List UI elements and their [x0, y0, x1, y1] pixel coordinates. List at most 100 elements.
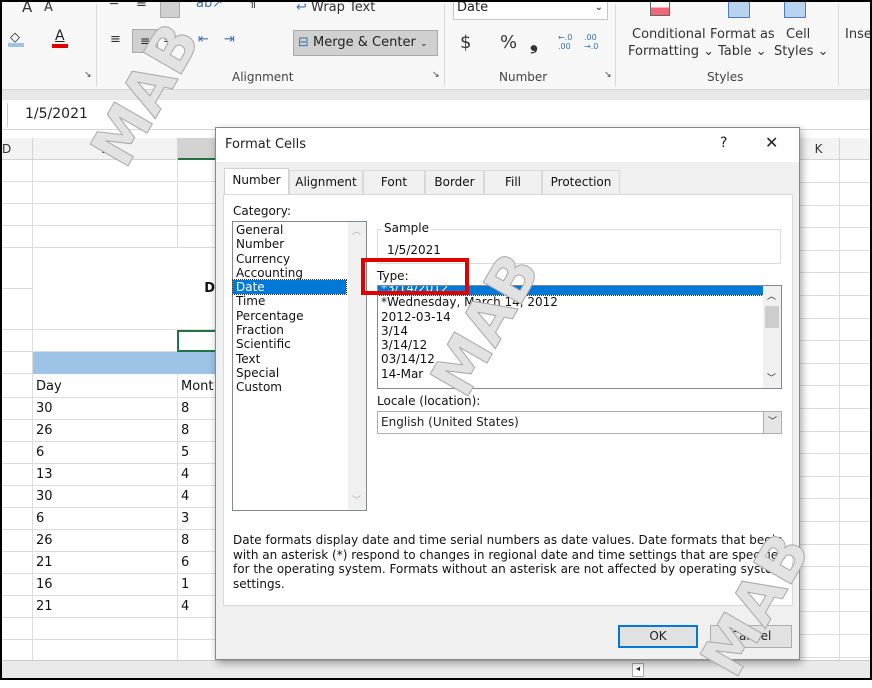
header-day[interactable]: Day: [33, 374, 178, 398]
category-item-time[interactable]: Time: [233, 294, 346, 308]
cancel-button[interactable]: Cancel: [710, 625, 792, 648]
cell[interactable]: [840, 295, 872, 319]
comma-style-button[interactable]: ❟: [530, 30, 538, 54]
cell[interactable]: [840, 205, 872, 229]
wrap-text-button[interactable]: ↩ Wrap Text: [296, 0, 375, 15]
day-cell[interactable]: 26: [33, 530, 178, 552]
category-item-accounting[interactable]: Accounting: [233, 266, 346, 280]
cell[interactable]: [0, 508, 33, 530]
category-item-number[interactable]: Number: [233, 237, 346, 251]
help-button[interactable]: ?: [720, 135, 727, 151]
cell[interactable]: [33, 226, 178, 248]
cell[interactable]: [0, 204, 33, 226]
cell[interactable]: [798, 363, 840, 387]
cell[interactable]: [840, 566, 872, 590]
alignment-dialog-launcher[interactable]: ↘: [432, 70, 440, 80]
cell[interactable]: [178, 160, 218, 182]
column-header-d[interactable]: D: [0, 138, 33, 160]
month-cell[interactable]: 5: [178, 442, 218, 464]
cell[interactable]: [798, 160, 840, 183]
type-item[interactable]: 03/14/12: [378, 352, 763, 366]
cell[interactable]: [33, 640, 178, 662]
orientation-icon[interactable]: ab↗: [196, 0, 223, 11]
cell[interactable]: [178, 640, 218, 662]
cell[interactable]: [0, 398, 33, 420]
type-item[interactable]: *Wednesday, March 14, 2012: [378, 295, 763, 309]
cell[interactable]: [178, 618, 218, 640]
tab-protection[interactable]: Protection: [542, 170, 620, 194]
ok-button[interactable]: OK: [618, 625, 698, 648]
decrease-decimal-button[interactable]: .00 →.0: [584, 33, 602, 51]
cell[interactable]: [0, 352, 33, 374]
cell[interactable]: [0, 330, 33, 352]
cell[interactable]: [0, 374, 33, 398]
day-cell[interactable]: 16: [33, 574, 178, 596]
formula-bar-value[interactable]: 1/5/2021: [25, 106, 88, 122]
type-item[interactable]: 3/14: [378, 324, 763, 338]
align-left-icon[interactable]: ≡: [110, 32, 121, 47]
day-cell[interactable]: 21: [33, 596, 178, 618]
category-item-scientific[interactable]: Scientific: [233, 337, 346, 351]
column-header-l[interactable]: [840, 138, 872, 160]
cell[interactable]: [840, 634, 872, 658]
cell[interactable]: [798, 182, 840, 206]
scroll-left-icon[interactable]: ◂: [632, 663, 644, 677]
day-cell[interactable]: 13: [33, 464, 178, 486]
month-cell[interactable]: 4: [178, 464, 218, 486]
selected-cell[interactable]: [177, 330, 218, 352]
category-item-general[interactable]: General: [233, 223, 346, 237]
category-item-date[interactable]: Date: [232, 279, 347, 296]
type-item[interactable]: 14-Mar: [378, 367, 763, 381]
currency-button[interactable]: $: [460, 32, 471, 53]
cell[interactable]: [840, 612, 872, 635]
cell[interactable]: [0, 574, 33, 596]
percent-button[interactable]: %: [500, 32, 517, 53]
cell[interactable]: [840, 408, 872, 432]
insert-button[interactable]: Inse: [845, 27, 872, 42]
bottom-align-icon[interactable]: [160, 0, 180, 18]
cell[interactable]: [840, 386, 872, 409]
tab-alignment[interactable]: Alignment: [289, 170, 363, 194]
day-cell[interactable]: 26: [33, 420, 178, 442]
day-cell[interactable]: 30: [33, 398, 178, 420]
cell[interactable]: [798, 589, 840, 613]
category-item-fraction[interactable]: Fraction: [233, 323, 346, 337]
cell[interactable]: [798, 340, 840, 364]
header-band[interactable]: [33, 352, 218, 374]
cell-styles-button[interactable]: Cell Styles ⌄: [772, 0, 828, 62]
cell[interactable]: [798, 408, 840, 432]
cell[interactable]: [798, 295, 840, 319]
type-item[interactable]: 2012-03-14: [378, 310, 763, 324]
category-item-text[interactable]: Text: [233, 352, 346, 366]
align-center-icon[interactable]: ≡: [132, 29, 158, 53]
category-item-custom[interactable]: Custom: [233, 380, 346, 394]
increase-indent-icon[interactable]: ⇥: [224, 32, 235, 47]
cell[interactable]: [33, 204, 178, 226]
type-scrollbar[interactable]: ︿ ﹀: [763, 286, 781, 388]
day-cell[interactable]: 6: [33, 442, 178, 464]
cell[interactable]: [0, 530, 33, 552]
cell[interactable]: [840, 453, 872, 477]
cell[interactable]: [798, 318, 840, 342]
cell[interactable]: [840, 431, 872, 455]
cell[interactable]: [798, 250, 840, 274]
cell[interactable]: [0, 552, 33, 574]
cell[interactable]: [840, 544, 872, 568]
month-cell[interactable]: 3: [178, 508, 218, 530]
fill-color-button[interactable]: ◇: [8, 30, 26, 47]
cell[interactable]: [178, 226, 218, 248]
cell[interactable]: [0, 226, 33, 248]
tab-fill[interactable]: Fill: [484, 170, 542, 194]
cell[interactable]: [0, 182, 33, 204]
chevron-down-icon[interactable]: ﹀: [763, 412, 781, 433]
month-cell[interactable]: 1: [178, 574, 218, 596]
cell[interactable]: [840, 250, 872, 274]
cell[interactable]: [178, 182, 218, 204]
cell[interactable]: [840, 340, 872, 364]
day-cell[interactable]: 21: [33, 552, 178, 574]
cell[interactable]: [0, 289, 33, 330]
cell[interactable]: [840, 182, 872, 206]
cell[interactable]: [840, 521, 872, 545]
cell[interactable]: [33, 330, 178, 352]
cell[interactable]: [0, 420, 33, 442]
